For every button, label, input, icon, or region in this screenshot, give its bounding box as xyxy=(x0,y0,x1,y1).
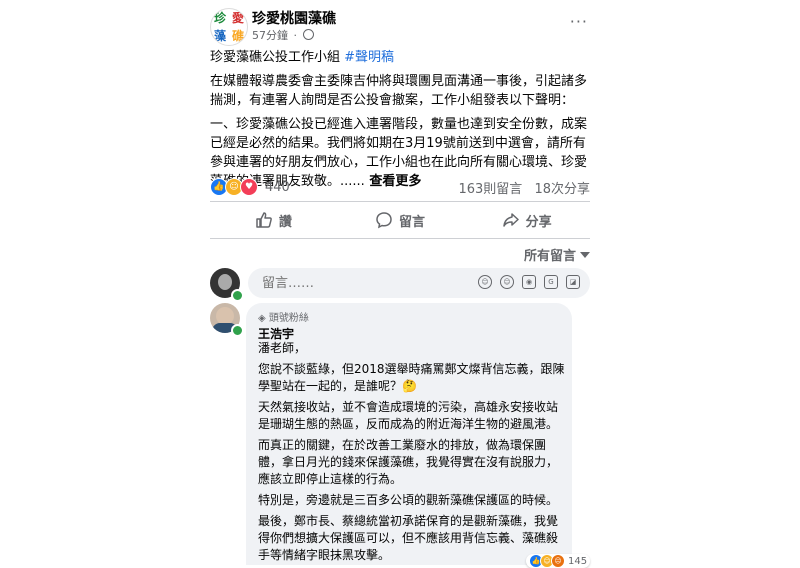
dot-separator: · xyxy=(293,29,298,42)
comment-line: 天然氣接收站，並不會造成環境的污染，高雄永安接收站是珊瑚生態的熱區，反而成為的附… xyxy=(258,400,559,431)
camera-icon[interactable]: ◉ xyxy=(522,275,536,289)
comment-icon xyxy=(376,212,392,229)
comment-line: 潘老師， xyxy=(258,341,307,355)
thumbs-up-icon xyxy=(256,212,272,228)
comment-input-tools: ☺ ☺ ◉ G ◪ xyxy=(478,275,580,289)
avatar-glyph-2: 愛 xyxy=(231,11,244,25)
comment-line: 而真正的關鍵，在於改善工業廢水的排放，做為環保團體，拿日月光的錢來保護藻礁，我覺… xyxy=(258,438,559,486)
diamond-icon: ◈ xyxy=(258,313,266,324)
like-button[interactable]: 讚 xyxy=(210,204,337,236)
love-reaction-icon: ♥ xyxy=(240,178,258,196)
commenter-online-dot xyxy=(231,324,244,337)
comment-line: 特別是，旁邊就是三百多公頃的觀新藻礁保護區的時候。 xyxy=(258,493,559,507)
post-card: 珍 愛 藻 礁 珍愛桃園藻礁 57分鐘 · ··· 珍愛藻礁公投工作小組 #聲明… xyxy=(200,0,600,568)
post-paragraph-1: 在媒體報導農委會主委陳吉仲將與環團見面溝通一事後，引起諸多揣測，有連署人詢問是否… xyxy=(210,74,588,108)
top-fan-badge: ◈ 頭號粉絲 xyxy=(258,309,309,324)
like-label: 讚 xyxy=(278,214,292,230)
comment-line: 最後，鄭市長、蔡總統當初承諾保育的是觀新藻礁，我覺得你們想擴大保護區可以，但不應… xyxy=(258,514,559,562)
online-status-dot xyxy=(231,289,244,302)
comment-input-box[interactable]: ☺ ☺ ◉ G ◪ xyxy=(248,268,590,298)
comment-input[interactable] xyxy=(260,275,444,292)
avatar-sticker-icon[interactable]: ☺ xyxy=(478,275,492,289)
comment-bubble: ◈ 頭號粉絲 王浩宇 潘老師， 您說不談藍綠，但2018選舉時痛罵鄭文燦背信忘義… xyxy=(246,303,572,565)
avatar-glyph-1: 珍 xyxy=(213,11,226,25)
reaction-summary[interactable]: 👍 ☺ ♥ 440 xyxy=(210,178,290,196)
shares-count[interactable]: 18次分享 xyxy=(534,182,590,197)
post-stats: 163則留言 18次分享 xyxy=(458,178,590,197)
share-icon xyxy=(502,213,519,227)
avatar-glyph-3: 藻 xyxy=(213,29,226,43)
reaction-count: 440 xyxy=(265,179,290,195)
page-name[interactable]: 珍愛桃園藻礁 xyxy=(252,8,336,28)
avatar-glyph-4: 礁 xyxy=(231,29,244,43)
share-button[interactable]: 分享 xyxy=(463,204,590,236)
sticker-icon[interactable]: ◪ xyxy=(566,275,580,289)
comment-button[interactable]: 留言 xyxy=(337,204,464,236)
comments-count[interactable]: 163則留言 xyxy=(458,182,522,197)
post-subtitle-line: 珍愛藻礁公投工作小組 #聲明稿 xyxy=(210,48,590,67)
comment-sort-dropdown[interactable]: 所有留言 xyxy=(524,245,590,264)
divider-bottom xyxy=(210,238,590,239)
hashtag-link[interactable]: #聲明稿 xyxy=(344,50,394,65)
badge-label: 頭號粉絲 xyxy=(268,313,309,324)
angry-reaction-icon: ☹ xyxy=(551,554,565,568)
chevron-down-icon xyxy=(580,252,590,258)
comment-label: 留言 xyxy=(399,214,426,230)
more-options-icon[interactable]: ··· xyxy=(570,12,588,31)
emoji-icon[interactable]: ☺ xyxy=(500,275,514,289)
post-time-text: 57分鐘 xyxy=(252,29,288,42)
comment-line: 您說不談藍綠，但2018選舉時痛罵鄭文燦背信忘義，跟陳學聖站在一起的，是誰呢？🤔 xyxy=(258,362,565,393)
divider-top xyxy=(210,201,590,202)
post-time[interactable]: 57分鐘 · xyxy=(252,27,314,43)
page-avatar[interactable]: 珍 愛 藻 礁 xyxy=(210,8,248,46)
post-actions: 讚 留言 分享 xyxy=(210,204,590,236)
sort-label: 所有留言 xyxy=(523,249,576,264)
comment-reactions[interactable]: 👍 ☺ ☹ 145 xyxy=(526,554,591,568)
share-label: 分享 xyxy=(525,214,552,230)
globe-icon xyxy=(302,29,314,40)
see-more-link[interactable]: 查看更多 xyxy=(365,174,421,189)
gif-icon[interactable]: G xyxy=(544,275,558,289)
post-subtitle: 珍愛藻礁公投工作小組 xyxy=(210,50,345,65)
